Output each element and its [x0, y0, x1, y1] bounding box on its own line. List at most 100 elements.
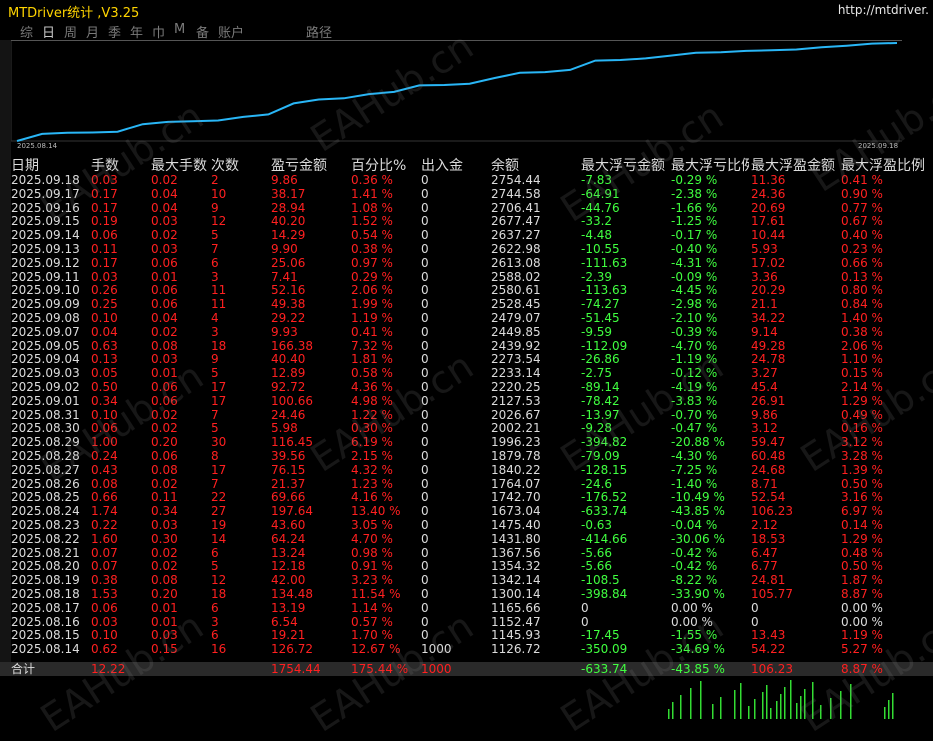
- cell-deposit: 0: [421, 324, 429, 339]
- cell-float-profit: 3.27: [751, 366, 778, 381]
- cell-float-loss-pct: -1.55 %: [671, 628, 718, 643]
- table-row[interactable]: 2025.09.13 0.11 0.03 7 9.90 0.38 % 0 2622.98 -10…: [0, 242, 933, 256]
- cell-float-profit: 24.68: [751, 462, 786, 477]
- table-row[interactable]: 2025.09.18 0.03 0.02 2 9.86 0.36 % 0 2754.44 -7.…: [0, 173, 933, 187]
- cell-max-lots: 0.06: [151, 297, 178, 312]
- header-float-profit[interactable]: 最大浮盈金额: [751, 155, 839, 175]
- cell-float-loss: -10.55: [581, 242, 620, 256]
- tab-magic[interactable]: M: [174, 22, 185, 37]
- table-row[interactable]: 2025.08.27 0.43 0.08 17 76.15 4.32 % 0 1840.22 -…: [0, 463, 933, 477]
- header-balance[interactable]: 余额: [491, 155, 579, 175]
- table-row[interactable]: 2025.09.02 0.50 0.06 17 92.72 4.36 % 0 2220.25 -…: [0, 380, 933, 394]
- tab-week[interactable]: 周: [64, 22, 77, 41]
- cell-pct: 1.41 %: [351, 186, 393, 201]
- table-row[interactable]: 2025.09.11 0.03 0.01 3 7.41 0.29 % 0 2588.02 -2.…: [0, 270, 933, 284]
- app-title: MTDriver统计 ,V3.25: [8, 6, 140, 21]
- table-row[interactable]: 2025.09.17 0.17 0.04 10 38.17 1.41 % 0 2744.58 -…: [0, 187, 933, 201]
- table-row[interactable]: 2025.08.17 0.06 0.01 6 13.19 1.14 % 0 1165.66 0 0…: [0, 601, 933, 615]
- header-lots[interactable]: 手数: [91, 155, 149, 175]
- table-row[interactable]: 2025.08.26 0.08 0.02 7 21.37 1.23 % 0 1764.07 -2…: [0, 477, 933, 491]
- cell-balance: 2754.44: [491, 173, 541, 187]
- table-row[interactable]: 2025.09.04 0.13 0.03 9 40.40 1.81 % 0 2273.54 -2…: [0, 352, 933, 366]
- table-row[interactable]: 2025.08.25 0.66 0.11 22 69.66 4.16 % 0 1742.70 -…: [0, 490, 933, 504]
- table-row[interactable]: 2025.08.21 0.07 0.02 6 13.24 0.98 % 0 1367.56 -5…: [0, 546, 933, 560]
- header-float-loss-pct[interactable]: 最大浮亏比例: [671, 155, 749, 175]
- table-row[interactable]: 2025.08.22 1.60 0.30 14 64.24 4.70 % 0 1431.80 -…: [0, 532, 933, 546]
- table-row[interactable]: 2025.08.30 0.06 0.02 5 5.98 0.30 % 0 2002.21 -9.…: [0, 421, 933, 435]
- cell-lots: 0.07: [91, 559, 118, 574]
- table-row[interactable]: 2025.08.31 0.10 0.02 7 24.46 1.22 % 0 2026.67 -1…: [0, 408, 933, 422]
- header-float-loss[interactable]: 最大浮亏金额: [581, 155, 669, 175]
- header-max-lots[interactable]: 最大手数: [151, 155, 213, 175]
- cell-balance: 1673.04: [491, 504, 541, 519]
- table-row[interactable]: 2025.09.01 0.34 0.06 17 100.66 4.98 % 0 2127.53…: [0, 394, 933, 408]
- tab-path[interactable]: 路径: [306, 22, 332, 41]
- table-row[interactable]: 2025.09.12 0.17 0.06 6 25.06 0.97 % 0 2613.08 -1…: [0, 256, 933, 270]
- table-row[interactable]: 2025.08.29 1.00 0.20 30 116.45 6.19 % 0 1996.23…: [0, 435, 933, 449]
- table-row[interactable]: 2025.08.20 0.07 0.02 5 12.18 0.91 % 0 1354.32 -5…: [0, 559, 933, 573]
- cell-float-profit-pct: 0.41 %: [841, 173, 883, 187]
- cell-float-loss: -24.6: [581, 476, 613, 491]
- header-pl[interactable]: 盈亏金额: [271, 155, 349, 175]
- tab-account[interactable]: 账户: [218, 22, 244, 41]
- table-row[interactable]: 2025.08.16 0.03 0.01 3 6.54 0.57 % 0 1152.47 0 0.…: [0, 615, 933, 629]
- header-pct[interactable]: 百分比%: [351, 155, 419, 175]
- table-row[interactable]: 2025.09.16 0.17 0.04 9 28.94 1.08 % 0 2706.41 -4…: [0, 201, 933, 215]
- cell-deposit: 0: [421, 614, 429, 629]
- table-row[interactable]: 2025.08.14 0.62 0.15 16 126.72 12.67 % 1000 112…: [0, 642, 933, 656]
- tab-comment[interactable]: 备: [196, 22, 209, 41]
- table-row[interactable]: 2025.08.15 0.10 0.03 6 19.21 1.70 % 0 1145.93 -1…: [0, 628, 933, 642]
- tab-year[interactable]: 年: [130, 22, 143, 41]
- table-row[interactable]: 2025.09.14 0.06 0.02 5 14.29 0.54 % 0 2637.27 -4…: [0, 228, 933, 242]
- cell-pl: 42.00: [271, 573, 306, 588]
- table-row[interactable]: 2025.08.18 1.53 0.20 18 134.48 11.54 % 0 1300.1…: [0, 587, 933, 601]
- cell-lots: 0.66: [91, 490, 118, 505]
- cell-lots: 0.17: [91, 186, 118, 201]
- tab-quarter[interactable]: 季: [108, 22, 121, 41]
- cell-float-profit: 17.61: [751, 214, 786, 229]
- table-row[interactable]: 2025.08.28 0.24 0.06 8 39.56 2.15 % 0 1879.78 -7…: [0, 449, 933, 463]
- cell-count: 18: [211, 587, 227, 601]
- table-row[interactable]: 2025.09.10 0.26 0.06 11 52.16 2.06 % 0 2580.61 -…: [0, 283, 933, 297]
- cell-count: 11: [211, 283, 227, 298]
- bottom-bar: [734, 690, 736, 719]
- cell-pl: 64.24: [271, 531, 306, 546]
- bottom-bar: [796, 703, 798, 719]
- table-row[interactable]: 2025.09.05 0.63 0.08 18 166.38 7.32 % 0 2439.92…: [0, 339, 933, 353]
- tab-month[interactable]: 月: [86, 22, 99, 41]
- cell-float-profit: 45.4: [751, 380, 778, 394]
- cell-count: 3: [211, 269, 219, 284]
- cell-count: 18: [211, 338, 227, 353]
- table-row[interactable]: 2025.09.15 0.19 0.03 12 40.20 1.52 % 0 2677.47 -…: [0, 214, 933, 228]
- tab-day[interactable]: 日: [42, 22, 55, 41]
- header-date[interactable]: 日期: [11, 155, 89, 175]
- cell-deposit: 0: [421, 393, 429, 408]
- cell-balance: 1165.66: [491, 600, 541, 615]
- total-label: 合计: [11, 662, 36, 676]
- cell-float-loss-pct: -0.09 %: [671, 269, 718, 284]
- table-row[interactable]: 2025.08.24 1.74 0.34 27 197.64 13.40 % 0 1673.0…: [0, 504, 933, 518]
- tab-summary[interactable]: 综: [20, 22, 33, 41]
- table-row[interactable]: 2025.09.07 0.04 0.02 3 9.93 0.41 % 0 2449.85 -9.…: [0, 325, 933, 339]
- url-label[interactable]: http://mtdriver.: [838, 3, 929, 17]
- cell-pct: 6.19 %: [351, 435, 393, 450]
- table-row[interactable]: 2025.09.08 0.10 0.04 4 29.22 1.19 % 0 2479.07 -5…: [0, 311, 933, 325]
- tab-symbol[interactable]: 巾: [152, 22, 165, 41]
- header-count[interactable]: 次数: [211, 155, 269, 175]
- cell-float-profit: 11.36: [751, 173, 786, 187]
- table-row[interactable]: 2025.09.03 0.05 0.01 5 12.89 0.58 % 0 2233.14 -2…: [0, 366, 933, 380]
- bottom-bar: [790, 680, 792, 719]
- table-row[interactable]: 2025.08.23 0.22 0.03 19 43.60 3.05 % 0 1475.40 -…: [0, 518, 933, 532]
- cell-float-loss: -79.09: [581, 449, 620, 463]
- cell-date: 2025.08.17: [11, 600, 80, 615]
- cell-float-loss: -78.42: [581, 393, 620, 408]
- cell-float-profit-pct: 0.90 %: [841, 186, 883, 201]
- cell-max-lots: 0.30: [151, 531, 178, 546]
- table-row[interactable]: 2025.08.19 0.38 0.08 12 42.00 3.23 % 0 1342.14 -…: [0, 573, 933, 587]
- table-row[interactable]: 2025.09.09 0.25 0.06 11 49.38 1.99 % 0 2528.45 -…: [0, 297, 933, 311]
- header-deposit[interactable]: 出入金: [421, 155, 489, 175]
- cell-count: 5: [211, 228, 219, 243]
- header-float-profit-pct[interactable]: 最大浮盈比例: [841, 155, 933, 175]
- cell-float-loss-pct: 0.00 %: [671, 614, 713, 629]
- cell-count: 8: [211, 449, 219, 463]
